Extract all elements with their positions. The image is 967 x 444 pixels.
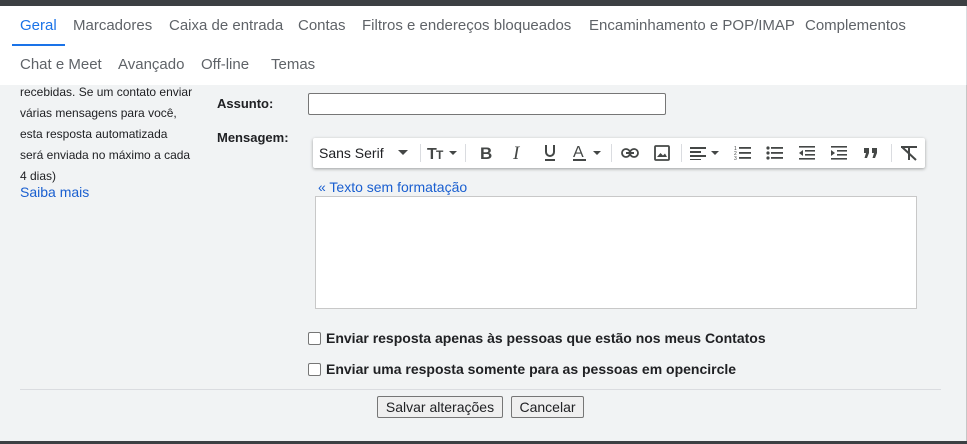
underline-icon[interactable] — [537, 138, 563, 168]
settings-content: recebidas. Se um contato enviar várias m… — [0, 85, 967, 444]
tab-avancado[interactable]: Avançado — [118, 55, 184, 75]
toolbar-divider — [465, 144, 466, 162]
active-tab-indicator — [12, 44, 65, 46]
bulleted-list-icon[interactable] — [761, 138, 789, 168]
quote-icon[interactable] — [857, 138, 885, 168]
save-changes-button[interactable]: Salvar alterações — [377, 396, 503, 418]
contacts-only-checkbox[interactable] — [308, 331, 321, 345]
description-line: recebidas. Se um contato enviar — [20, 85, 193, 99]
tab-contas[interactable]: Contas — [298, 16, 346, 36]
subject-input[interactable] — [308, 93, 666, 115]
numbered-list-icon[interactable]: 123 — [729, 138, 757, 168]
text-color-icon[interactable]: A — [569, 138, 605, 168]
tab-geral[interactable]: Geral — [20, 16, 57, 36]
font-family-value: Sans Serif — [319, 145, 384, 161]
font-family-select[interactable]: Sans Serif — [319, 138, 413, 168]
domain-only-checkbox[interactable] — [308, 362, 321, 376]
link-icon[interactable] — [617, 138, 643, 168]
svg-text:T: T — [436, 148, 444, 161]
bold-icon[interactable]: B — [473, 138, 499, 168]
tab-marcadores[interactable]: Marcadores — [73, 16, 152, 36]
font-size-icon[interactable]: TT — [425, 138, 459, 168]
plain-text-link[interactable]: « Texto sem formatação — [318, 179, 467, 195]
indent-more-icon[interactable] — [825, 138, 853, 168]
chevron-down-icon — [397, 150, 408, 155]
image-icon[interactable] — [649, 138, 675, 168]
learn-more-link[interactable]: Saiba mais — [20, 184, 89, 200]
svg-text:3: 3 — [734, 156, 737, 161]
contacts-only-label: Enviar resposta apenas às pessoas que es… — [326, 330, 766, 346]
domain-only-label: Enviar uma resposta somente para as pess… — [326, 361, 737, 377]
svg-text:A: A — [573, 144, 584, 161]
subject-label: Assunto: — [217, 96, 274, 111]
settings-tabs: Geral Marcadores Caixa de entrada Contas… — [0, 6, 967, 85]
tab-off-line[interactable]: Off-line — [201, 55, 249, 75]
tab-encaminhamento[interactable]: Encaminhamento e POP/IMAP — [589, 16, 795, 36]
remove-formatting-icon[interactable] — [895, 138, 923, 168]
description-line: será enviada no máximo a cada — [20, 148, 191, 162]
section-divider — [20, 389, 941, 390]
indent-less-icon[interactable] — [793, 138, 821, 168]
toolbar-divider — [420, 144, 421, 162]
message-editor[interactable] — [315, 196, 917, 309]
italic-icon[interactable]: I — [505, 138, 531, 168]
tab-temas[interactable]: Temas — [271, 55, 315, 75]
message-label: Mensagem: — [217, 130, 289, 145]
formatting-toolbar: Sans Serif TT B I A 123 — [313, 138, 925, 168]
contacts-only-option[interactable]: Enviar resposta apenas às pessoas que es… — [308, 330, 766, 346]
description-line: esta resposta automatizada — [20, 127, 168, 141]
vacation-responder-description: recebidas. Se um contato enviar várias m… — [20, 82, 205, 187]
align-icon[interactable] — [687, 138, 723, 168]
tab-complementos[interactable]: Complementos — [805, 16, 906, 36]
toolbar-divider — [611, 144, 612, 162]
tab-chat-e-meet[interactable]: Chat e Meet — [20, 55, 102, 75]
cancel-button[interactable]: Cancelar — [511, 396, 584, 418]
svg-text:I: I — [512, 145, 521, 161]
tab-filtros[interactable]: Filtros e endereços bloqueados — [362, 16, 571, 36]
tab-caixa-de-entrada[interactable]: Caixa de entrada — [169, 16, 283, 36]
toolbar-divider — [681, 144, 682, 162]
domain-only-option[interactable]: Enviar uma resposta somente para as pess… — [308, 361, 736, 377]
svg-text:B: B — [480, 145, 492, 161]
description-line: várias mensagens para você, — [20, 106, 177, 120]
toolbar-divider — [891, 144, 892, 162]
